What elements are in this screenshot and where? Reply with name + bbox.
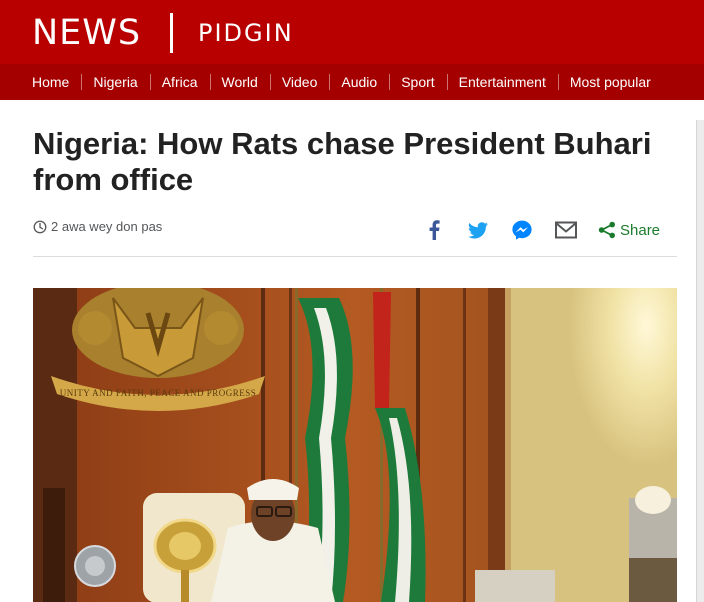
share-messenger-button[interactable]	[508, 216, 536, 244]
main-navigation: Home Nigeria Africa World Video Audio Sp…	[0, 64, 704, 100]
nav-item-home[interactable]: Home	[20, 64, 81, 100]
share-button[interactable]: Share	[598, 221, 660, 239]
page-scrollbar[interactable]	[696, 120, 704, 602]
share-email-button[interactable]	[552, 216, 580, 244]
share-twitter-button[interactable]	[464, 216, 492, 244]
nav-item-most-popular[interactable]: Most popular	[557, 64, 663, 100]
desk-microphone	[74, 545, 116, 587]
nav-item-entertainment[interactable]: Entertainment	[446, 64, 558, 100]
coat-of-arms: UNITY AND FAITH, PEACE AND PROGRESS	[51, 288, 265, 411]
nav-item-nigeria[interactable]: Nigeria	[81, 64, 149, 100]
email-icon	[555, 221, 577, 239]
nav-item-video[interactable]: Video	[269, 64, 330, 100]
telephone-stand	[629, 486, 677, 602]
share-icon	[598, 221, 615, 239]
share-toolbar: Share	[420, 216, 660, 244]
article-timestamp: 2 awa wey don pas	[51, 219, 163, 234]
article-meta: 2 awa wey don pas	[33, 219, 162, 234]
article-headline: Nigeria: How Rats chase President Buhari…	[33, 126, 652, 197]
bbc-news-logo[interactable]: NEWS	[32, 13, 141, 53]
clock-icon	[33, 220, 47, 233]
nav-item-africa[interactable]: Africa	[149, 64, 210, 100]
nav-item-world[interactable]: World	[209, 64, 270, 100]
nav-item-audio[interactable]: Audio	[329, 64, 389, 100]
meta-divider	[33, 256, 677, 257]
section-name-pidgin[interactable]: PIDGIN	[198, 18, 294, 48]
messenger-icon	[512, 220, 532, 240]
facebook-icon	[429, 220, 440, 240]
logo-divider	[170, 13, 173, 53]
masthead: NEWS PIDGIN	[0, 0, 704, 64]
coat-of-arms-motto: UNITY AND FAITH, PEACE AND PROGRESS	[60, 388, 257, 398]
nav-item-sport[interactable]: Sport	[389, 64, 446, 100]
share-label: Share	[620, 221, 661, 239]
twitter-icon	[468, 221, 488, 238]
share-facebook-button[interactable]	[420, 216, 448, 244]
article-hero-image: UNITY AND FAITH, PEACE AND PROGRESS	[33, 288, 677, 602]
